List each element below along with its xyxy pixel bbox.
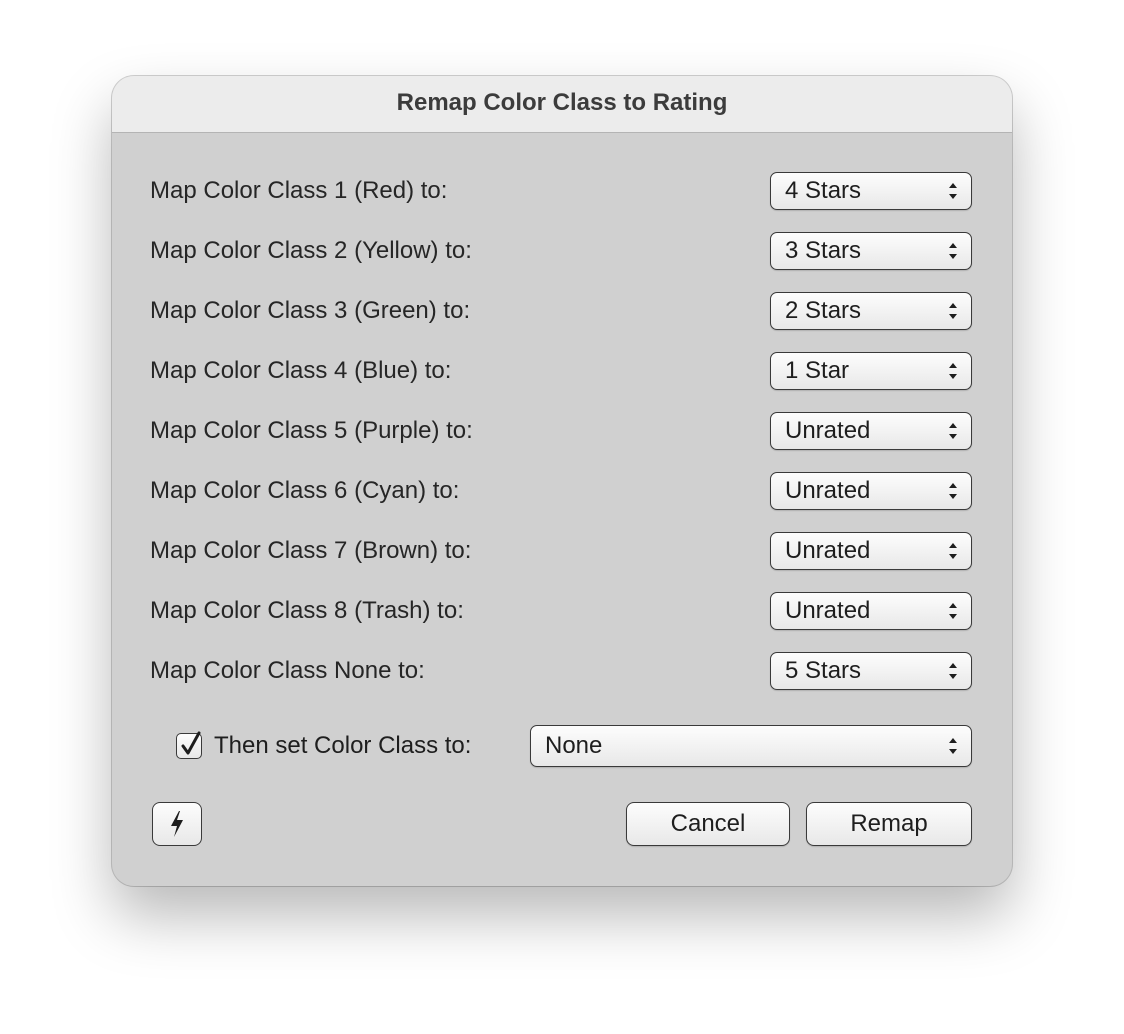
rating-popup-brown[interactable]: Unrated — [770, 532, 972, 570]
popup-value: Unrated — [785, 597, 871, 624]
checkmark-icon — [181, 731, 201, 755]
updown-arrows-icon — [949, 483, 957, 499]
rating-popup-green[interactable]: 2 Stars — [770, 292, 972, 330]
remap-button[interactable]: Remap — [806, 802, 972, 846]
mapping-label: Map Color Class 5 (Purple) to: — [150, 417, 473, 444]
mapping-row-yellow: Map Color Class 2 (Yellow) to: 3 Stars — [112, 230, 1012, 272]
mapping-row-purple: Map Color Class 5 (Purple) to: Unrated — [112, 410, 1012, 452]
popup-value: Unrated — [785, 477, 871, 504]
then-set-checkbox[interactable] — [176, 731, 202, 759]
mapping-row-cyan: Map Color Class 6 (Cyan) to: Unrated — [112, 470, 1012, 512]
remap-dialog: Remap Color Class to Rating Map Color Cl… — [112, 76, 1012, 886]
popup-value: Unrated — [785, 417, 871, 444]
popup-value: 4 Stars — [785, 177, 862, 204]
mapping-label: Map Color Class 2 (Yellow) to: — [150, 237, 472, 264]
updown-arrows-icon — [949, 423, 957, 439]
rating-popup-purple[interactable]: Unrated — [770, 412, 972, 450]
mapping-label: Map Color Class 1 (Red) to: — [150, 177, 448, 204]
mapping-label: Map Color Class 4 (Blue) to: — [150, 357, 452, 384]
action-button[interactable] — [152, 802, 202, 846]
updown-arrows-icon — [949, 543, 957, 559]
mapping-row-none: Map Color Class None to: 5 Stars — [112, 650, 1012, 692]
cancel-button[interactable]: Cancel — [626, 802, 790, 846]
dialog-title: Remap Color Class to Rating — [112, 76, 1012, 133]
mapping-row-red: Map Color Class 1 (Red) to: 4 Stars — [112, 170, 1012, 212]
updown-arrows-icon — [949, 303, 957, 319]
popup-value: 3 Stars — [785, 237, 862, 264]
mapping-row-green: Map Color Class 3 (Green) to: 2 Stars — [112, 290, 1012, 332]
updown-arrows-icon — [949, 738, 957, 754]
mapping-label: Map Color Class 8 (Trash) to: — [150, 597, 464, 624]
then-set-label: Then set Color Class to: — [214, 732, 472, 759]
mapping-row-blue: Map Color Class 4 (Blue) to: 1 Star — [112, 350, 1012, 392]
mapping-row-trash: Map Color Class 8 (Trash) to: Unrated — [112, 590, 1012, 632]
mapping-label: Map Color Class None to: — [150, 657, 425, 684]
popup-value: 2 Stars — [785, 297, 862, 324]
mapping-row-brown: Map Color Class 7 (Brown) to: Unrated — [112, 530, 1012, 572]
popup-value: None — [545, 732, 603, 759]
popup-value: 1 Star — [785, 357, 850, 384]
rating-popup-none[interactable]: 5 Stars — [770, 652, 972, 690]
rating-popup-cyan[interactable]: Unrated — [770, 472, 972, 510]
color-class-popup[interactable]: None — [530, 725, 972, 767]
rating-popup-red[interactable]: 4 Stars — [770, 172, 972, 210]
mapping-label: Map Color Class 7 (Brown) to: — [150, 537, 472, 564]
updown-arrows-icon — [949, 183, 957, 199]
updown-arrows-icon — [949, 243, 957, 259]
rating-popup-yellow[interactable]: 3 Stars — [770, 232, 972, 270]
mapping-label: Map Color Class 3 (Green) to: — [150, 297, 471, 324]
lightning-bolt-icon — [171, 811, 183, 837]
popup-value: Unrated — [785, 537, 871, 564]
updown-arrows-icon — [949, 363, 957, 379]
rating-popup-blue[interactable]: 1 Star — [770, 352, 972, 390]
rating-popup-trash[interactable]: Unrated — [770, 592, 972, 630]
mapping-label: Map Color Class 6 (Cyan) to: — [150, 477, 460, 504]
updown-arrows-icon — [949, 603, 957, 619]
updown-arrows-icon — [949, 663, 957, 679]
popup-value: 5 Stars — [785, 657, 862, 684]
